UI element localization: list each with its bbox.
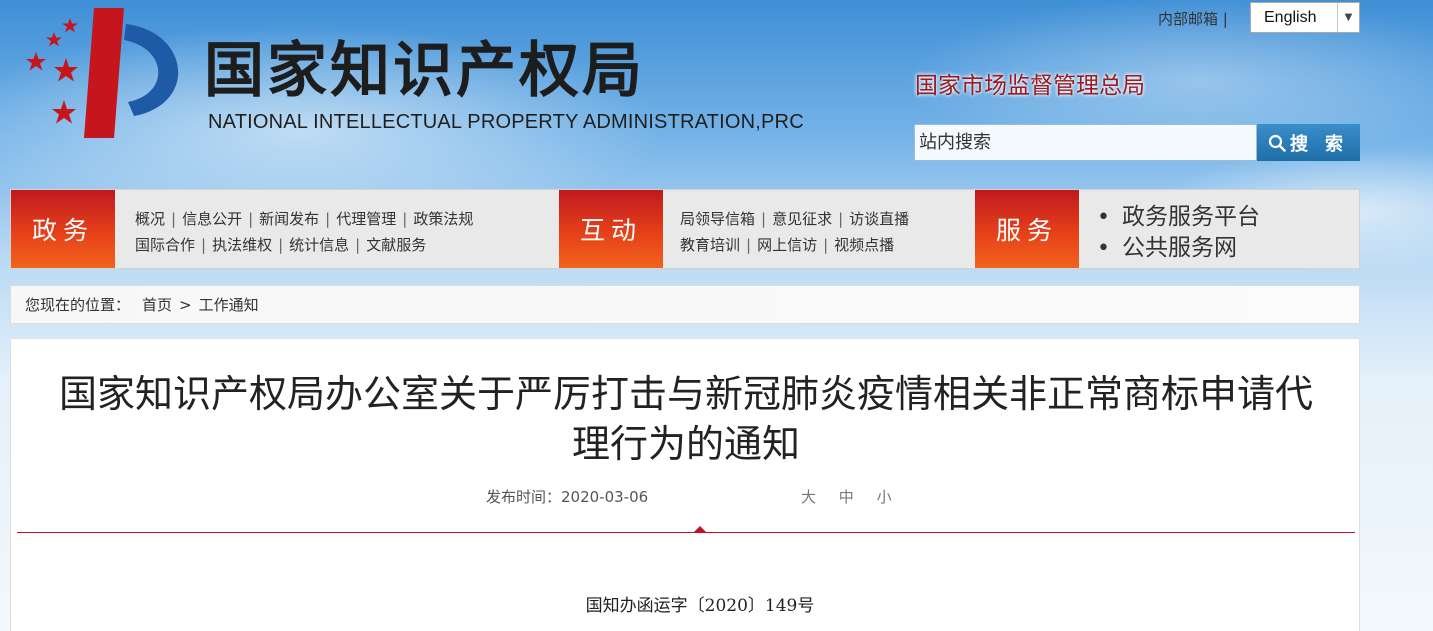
nav-link[interactable]: 概况 xyxy=(135,210,165,228)
site-title-cn[interactable]: 国家知识产权局 xyxy=(204,36,645,106)
main-nav: 政务 概况 | 信息公开 | 新闻发布 | 代理管理 | 政策法规 国际合作 | 执法维权 | 统计信息… xyxy=(10,189,1360,269)
nav-govt-row1: 概况 | 信息公开 | 新闻发布 | 代理管理 | 政策法规 xyxy=(135,210,474,228)
nav-link[interactable]: 信息公开 xyxy=(182,210,242,228)
nav-govt-row2: 国际合作 | 执法维权 | 统计信息 | 文献服务 xyxy=(135,236,427,254)
article-panel: 国家知识产权局办公室关于严厉打击与新冠肺炎疫情相关非正常商标申请代理行为的通知 … xyxy=(10,338,1360,631)
nav-link[interactable]: 统计信息 xyxy=(289,236,349,254)
nav-interact-row1: 局领导信箱 | 意见征求 | 访谈直播 xyxy=(680,210,910,228)
document-number: 国知办函运字〔2020〕149号 xyxy=(585,596,815,616)
font-size-large-button[interactable]: 大 xyxy=(801,488,820,506)
nav-service-item[interactable]: 政务服务平台 xyxy=(1097,202,1260,233)
nav-service-tab[interactable]: 服务 xyxy=(975,190,1079,268)
cnipa-logo-icon[interactable] xyxy=(20,4,200,138)
breadcrumb-home[interactable]: 首页 xyxy=(142,294,172,315)
title-divider xyxy=(17,532,1355,533)
nav-interact-row2: 教育培训 | 网上信访 | 视频点播 xyxy=(680,236,895,254)
breadcrumb-separator: > xyxy=(179,295,192,314)
site-title-en: NATIONAL INTELLECTUAL PROPERTY ADMINISTR… xyxy=(208,111,804,133)
nav-link[interactable]: 网上信访 xyxy=(757,236,817,254)
nav-govt-links: 概况 | 信息公开 | 新闻发布 | 代理管理 | 政策法规 国际合作 | 执法维权 | 统计信息 | 文献… xyxy=(135,206,473,258)
search-button[interactable]: 搜 索 xyxy=(1257,124,1360,161)
nav-service-list: 政务服务平台 公共服务网 xyxy=(1097,202,1260,264)
nav-link[interactable]: 国际合作 xyxy=(135,236,195,254)
font-size-medium-button[interactable]: 中 xyxy=(839,488,858,506)
nav-link[interactable]: 视频点播 xyxy=(834,236,894,254)
nav-link[interactable]: 政策法规 xyxy=(413,210,473,228)
language-selected-value: English xyxy=(1264,8,1317,26)
nav-link[interactable]: 局领导信箱 xyxy=(680,210,755,228)
breadcrumb-current[interactable]: 工作通知 xyxy=(199,294,259,315)
samr-link[interactable]: 国家市场监督管理总局 xyxy=(915,66,1145,100)
nav-service-item[interactable]: 公共服务网 xyxy=(1097,233,1260,264)
breadcrumb: 您现在的位置： 首页 > 工作通知 xyxy=(10,285,1360,324)
nav-link[interactable]: 意见征求 xyxy=(772,210,832,228)
nav-link[interactable]: 新闻发布 xyxy=(259,210,319,228)
search-button-label: 搜 索 xyxy=(1289,133,1349,154)
article-title: 国家知识产权局办公室关于严厉打击与新冠肺炎疫情相关非正常商标申请代理行为的通知 xyxy=(58,372,1313,466)
nav-link[interactable]: 执法维权 xyxy=(212,236,272,254)
language-select[interactable]: English ▼ xyxy=(1250,2,1360,33)
nav-link[interactable]: 访谈直播 xyxy=(849,210,909,228)
breadcrumb-prefix: 您现在的位置： xyxy=(25,296,131,314)
font-size-small-button[interactable]: 小 xyxy=(877,488,896,506)
search-icon xyxy=(1268,134,1286,152)
nav-interact-links: 局领导信箱 | 意见征求 | 访谈直播 教育培训 | 网上信访 | 视频点播 xyxy=(680,206,909,258)
nav-link[interactable]: 教育培训 xyxy=(680,236,740,254)
font-size-switcher: 大 中 小 xyxy=(801,486,906,507)
publish-date: 发布时间：2020-03-06 xyxy=(486,488,649,506)
chevron-down-icon[interactable]: ▼ xyxy=(1337,3,1359,32)
nav-link[interactable]: 文献服务 xyxy=(366,236,426,254)
nav-link[interactable]: 代理管理 xyxy=(336,210,396,228)
nav-govt-tab[interactable]: 政务 xyxy=(11,190,115,268)
internal-mail-link[interactable]: 内部邮箱 | xyxy=(1158,8,1228,29)
nav-interact-tab[interactable]: 互动 xyxy=(559,190,663,268)
search-input[interactable] xyxy=(914,124,1257,161)
divider-arrow-icon xyxy=(694,526,706,532)
